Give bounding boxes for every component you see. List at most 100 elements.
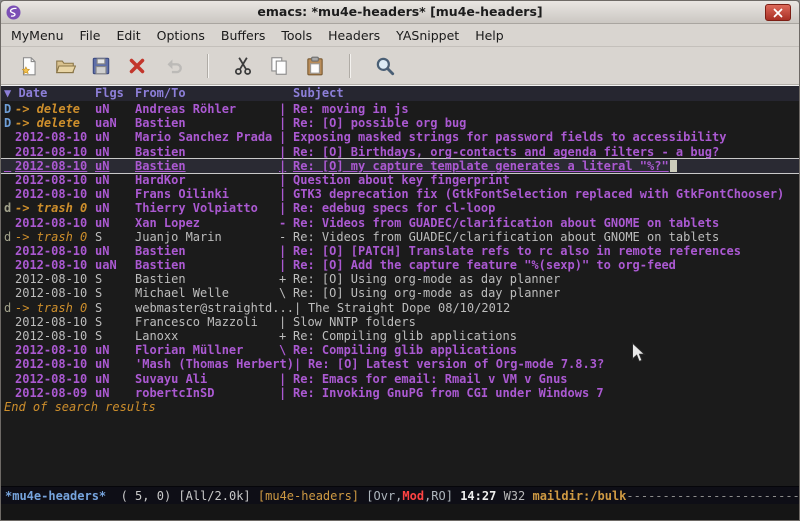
message-from: Lanoxx (135, 329, 279, 343)
menu-file[interactable]: File (72, 26, 109, 45)
message-from: Florian Müllner (135, 343, 279, 357)
save-buffer-icon (90, 55, 112, 77)
message-date: 2012-08-10 (15, 216, 95, 230)
thread-indicator: \ (279, 286, 293, 300)
message-from: Michael Welle (135, 286, 279, 300)
modeline-segment-5: Mod (402, 489, 424, 503)
echo-area[interactable] (1, 504, 799, 520)
menu-headers[interactable]: Headers (320, 26, 388, 45)
column-header-subject[interactable]: Subject (293, 86, 799, 101)
copy-button[interactable] (261, 51, 297, 81)
message-row[interactable]: 2012-08-10uNHardKor|Question about key f… (1, 173, 799, 187)
message-row[interactable]: d-> trash 0uNThierry Volpiatto|Re: edebu… (1, 201, 799, 215)
message-row[interactable]: 2012-08-10uNBastien|Re: [O] [PATCH] Tran… (1, 244, 799, 258)
menu-mymenu[interactable]: MyMenu (3, 26, 72, 45)
message-from: Bastien (135, 244, 279, 258)
toolbar-separator (207, 54, 209, 78)
message-from: HardKor (135, 173, 279, 187)
message-row[interactable]: D-> deleteuNAndreas Röhler|Re: moving in… (1, 102, 799, 116)
paste-icon (304, 55, 326, 77)
message-row[interactable]: d-> trash 0Swebmaster@straightd...|The S… (1, 301, 799, 315)
menu-help[interactable]: Help (467, 26, 512, 45)
message-mark (4, 343, 15, 357)
message-mark (4, 159, 15, 173)
cut-button[interactable] (225, 51, 261, 81)
paste-button[interactable] (297, 51, 333, 81)
menu-edit[interactable]: Edit (108, 26, 148, 45)
message-row[interactable]: 2012-08-10uaNBastien|Re: [O] Add the cap… (1, 258, 799, 272)
message-mark: d (4, 230, 15, 244)
message-date: 2012-08-10 (15, 343, 95, 357)
message-subject: Re: Emacs for email: Rmail v VM v Gnus (293, 372, 799, 386)
message-row[interactable]: 2012-08-10uNFrans Oilinki|GTK3 deprecati… (1, 187, 799, 201)
search-button[interactable] (367, 51, 403, 81)
message-from: Andreas Röhler (135, 102, 279, 116)
message-from: Juanjo Marin (135, 230, 279, 244)
menu-buffers[interactable]: Buffers (213, 26, 273, 45)
message-subject: GTK3 deprecation fix (GtkFontSelection r… (293, 187, 799, 201)
message-row[interactable]: 2012-08-10uNBastien|Re: [O] Birthdays, o… (1, 145, 799, 159)
column-header-from[interactable]: From/To (135, 86, 279, 101)
message-subject: Re: [O] Birthdays, org-contacts and agen… (293, 145, 799, 159)
message-row[interactable]: d-> trash 0SJuanjo Marin-Re: Videos from… (1, 230, 799, 244)
thread-indicator: | (279, 244, 293, 258)
message-row[interactable]: 2012-08-10uN'Mash (Thomas Herbert)|Re: [… (1, 357, 799, 371)
message-row[interactable]: 2012-08-09uNrobertcInSD|Re: Invoking Gnu… (1, 386, 799, 400)
message-mark (4, 357, 15, 371)
message-subject: Re: [O] Add the capture feature "%(sexp)… (293, 258, 799, 272)
message-row[interactable]: 2012-08-10uNBastien|Re: [O] my capture t… (1, 159, 799, 173)
save-buffer-button[interactable] (83, 51, 119, 81)
column-header-flags[interactable]: Flgs (95, 86, 135, 101)
message-flags: uN (95, 201, 135, 215)
new-file-button[interactable] (11, 51, 47, 81)
modeline-segment-4: [Ovr, (366, 489, 402, 503)
message-flags: S (95, 272, 135, 286)
thread-indicator: + (279, 272, 293, 286)
thread-indicator: - (279, 216, 293, 230)
menu-options[interactable]: Options (149, 26, 213, 45)
toolbar-separator (349, 54, 351, 78)
emacs-frame: ▼ Date Flgs From/To Subject D-> deleteuN… (1, 85, 799, 520)
message-flags: uN (95, 343, 135, 357)
message-subject: Slow NNTP folders (293, 315, 799, 329)
message-date: 2012-08-10 (15, 187, 95, 201)
titlebar: emacs: *mu4e-headers* [mu4e-headers] (1, 1, 799, 24)
message-row[interactable]: 2012-08-10uNXan Lopez-Re: Videos from GU… (1, 216, 799, 230)
column-header-date[interactable]: ▼ Date (4, 86, 95, 101)
message-subject: Question about key fingerprint (293, 173, 799, 187)
message-flags: S (95, 329, 135, 343)
message-mark (4, 130, 15, 144)
new-file-icon (18, 55, 40, 77)
message-row[interactable]: 2012-08-10uNFlorian Müllner\Re: Compilin… (1, 343, 799, 357)
modeline-segment-10: ----------------------------------------… (626, 489, 799, 503)
message-subject: Re: Videos from GUADEC/clarification abo… (293, 216, 799, 230)
close-buffer-button[interactable] (119, 51, 155, 81)
close-button[interactable] (765, 4, 791, 21)
message-from: webmaster@straightd... (135, 301, 294, 315)
message-row[interactable]: 2012-08-10SFrancesco Mazzoli|Slow NNTP f… (1, 315, 799, 329)
message-row[interactable]: 2012-08-10uNSuvayu Ali|Re: Emacs for ema… (1, 372, 799, 386)
menu-tools[interactable]: Tools (273, 26, 320, 45)
menu-yasnippet[interactable]: YASnippet (388, 26, 467, 45)
thread-indicator: | (279, 116, 293, 130)
message-mark: d (4, 301, 15, 315)
message-date: 2012-08-09 (15, 386, 95, 400)
message-from: Xan Lopez (135, 216, 279, 230)
open-file-icon (54, 55, 76, 77)
message-flags: uN (95, 102, 135, 116)
emacs-app-icon (6, 5, 21, 20)
copy-icon (268, 55, 290, 77)
message-date: -> trash 0 (15, 201, 95, 215)
column-header-spacer (279, 86, 293, 101)
message-from: Bastien (135, 145, 279, 159)
message-row[interactable]: D-> deleteuaNBastien|Re: [O] possible or… (1, 116, 799, 130)
rows-container: D-> deleteuNAndreas Röhler|Re: moving in… (1, 102, 799, 400)
open-file-button[interactable] (47, 51, 83, 81)
message-row[interactable]: 2012-08-10SBastien+Re: [O] Using org-mod… (1, 272, 799, 286)
message-date: 2012-08-10 (15, 329, 95, 343)
message-subject: Re: Videos from GUADEC/clarification abo… (293, 230, 799, 244)
message-row[interactable]: 2012-08-10uNMario Sanchez Prada|Exposing… (1, 130, 799, 144)
message-row[interactable]: 2012-08-10SLanoxx+Re: Compiling glib app… (1, 329, 799, 343)
message-subject: Re: moving in js (293, 102, 799, 116)
message-row[interactable]: 2012-08-10SMichael Welle\Re: [O] Using o… (1, 286, 799, 300)
